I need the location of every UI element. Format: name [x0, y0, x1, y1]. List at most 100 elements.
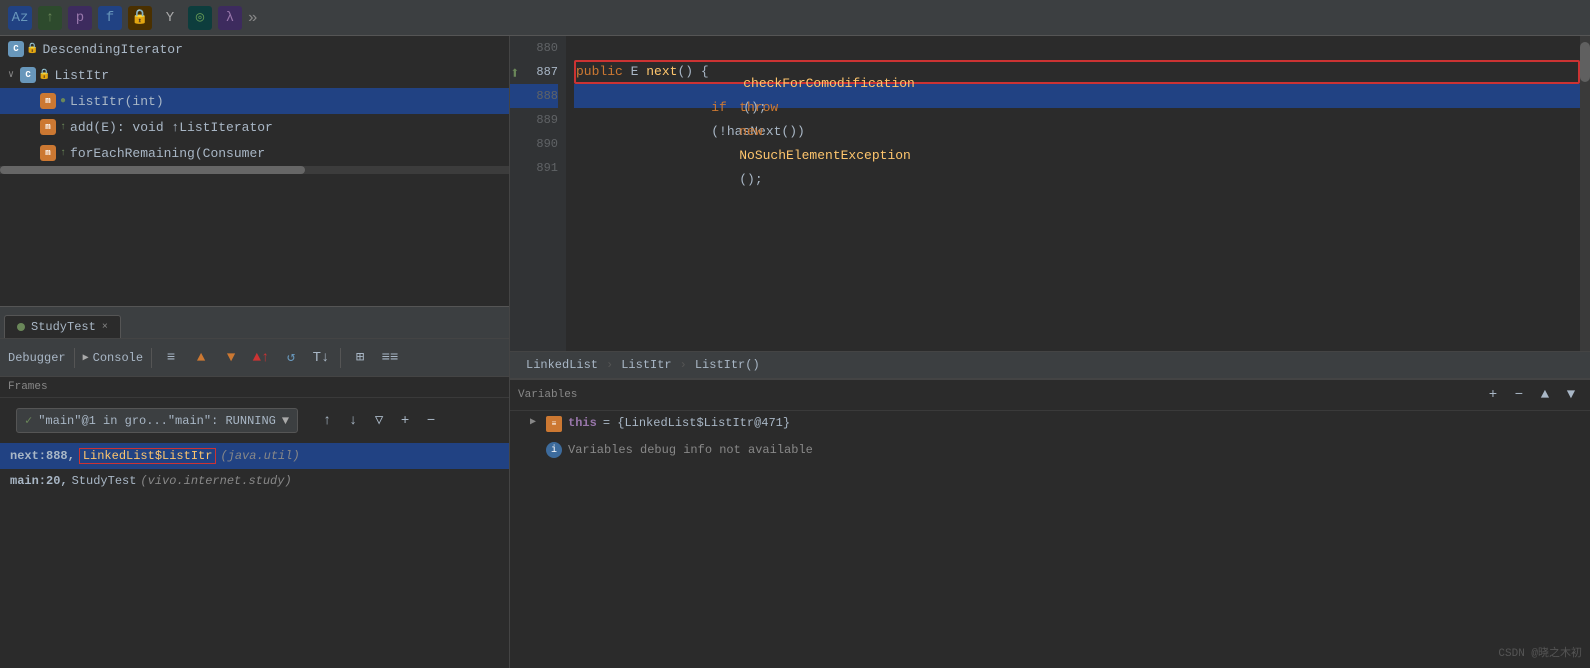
tree-item-descendingiterator[interactable]: C 🔒 DescendingIterator [0, 36, 509, 62]
code-area: 880 ⬆ 887 888 889 890 891 pub [510, 36, 1590, 351]
debug-tab-label: StudyTest [31, 320, 96, 334]
breadcrumb-listitr[interactable]: ListItr [621, 358, 671, 372]
kw-throw: throw [739, 100, 786, 115]
main-area: C 🔒 DescendingIterator ∨ C 🔒 ListItr m ●… [0, 36, 1590, 668]
toolbar-icon-p[interactable]: p [68, 6, 92, 30]
debug-toolbar-row: Debugger ▶ Console ≡ ▲ ▼ ▲↑ ↺ T↓ ⊞ ≡≡ [0, 339, 509, 377]
toolbar-icon-step-into[interactable]: ▼ [220, 347, 242, 369]
frame-class-linkedlist: LinkedList$ListItr [79, 448, 217, 464]
toolbar-icon-lambda[interactable]: λ [218, 6, 242, 30]
watermark: CSDN @晓之木初 [1498, 644, 1582, 660]
top-toolbar: Az ↑ p f 🔒 Y ◎ λ » [0, 0, 1590, 36]
left-panel: C 🔒 DescendingIterator ∨ C 🔒 ListItr m ●… [0, 36, 510, 668]
tree-section: C 🔒 DescendingIterator ∨ C 🔒 ListItr m ●… [0, 36, 509, 306]
tree-item-listltrint[interactable]: m ● ListItr(int) [0, 88, 509, 114]
chevron-icon: ∨ [8, 69, 14, 81]
frame-italic-javautil: (java.util) [220, 449, 299, 463]
toolbar-icon-t[interactable]: T↓ [310, 347, 332, 369]
debug-tab-studytest[interactable]: StudyTest × [4, 315, 121, 338]
tree-item-foreachremaining[interactable]: m ↑ forEachRemaining(Consumer [0, 140, 509, 166]
bottom-area: Variables + − ▲ ▼ ▶ ≡ this = {LinkedList… [510, 378, 1590, 668]
toolbar-sep3 [340, 348, 341, 368]
toolbar-sep2 [151, 348, 152, 368]
toolbar-icon-lines[interactable]: ≡ [160, 347, 182, 369]
line-num-887: ⬆ 887 [510, 60, 558, 84]
frames-header: Frames [0, 377, 509, 398]
kw-new: new [739, 124, 770, 139]
toolbar-icon-run-to-cursor[interactable]: ↺ [280, 347, 302, 369]
paren-exc: (); [739, 172, 762, 187]
breadcrumb-sep2: › [680, 358, 687, 372]
frame-nav-minus[interactable]: − [420, 410, 442, 432]
variables-section: Variables + − ▲ ▼ ▶ ≡ this = {LinkedList… [510, 380, 1590, 668]
frame-item-main[interactable]: main:20, StudyTest (vivo.internet.study) [0, 469, 509, 493]
toolbar-icon-list[interactable]: ≡≡ [379, 347, 401, 369]
frame-nav-up[interactable]: ↑ [316, 410, 338, 432]
tree-item-listitr[interactable]: ∨ C 🔒 ListItr [0, 62, 509, 88]
toolbar-icon-f[interactable]: f [98, 6, 122, 30]
method-icon-listltrint: m [40, 93, 56, 109]
tab-close-button[interactable]: × [102, 322, 108, 333]
vars-toolbar-up[interactable]: ▲ [1534, 384, 1556, 406]
toolbar-icon-step-over[interactable]: ▲ [190, 347, 212, 369]
frames-controls: ✓ "main"@1 in gro..."main": RUNNING ▼ ↑ … [0, 398, 509, 443]
breadcrumb-linkedlist[interactable]: LinkedList [526, 358, 598, 372]
tree-hscrollbar-thumb [0, 166, 305, 174]
frame-dropdown-label: "main"@1 in gro..."main": RUNNING [38, 414, 276, 428]
line-numbers: 880 ⬆ 887 888 889 890 891 [510, 36, 566, 351]
code-content[interactable]: public E next () { checkForComodificatio… [566, 36, 1580, 351]
var-eq-icon: ≡ [546, 416, 562, 432]
frame-item-next[interactable]: next:888, LinkedList$ListItr (java.util) [0, 443, 509, 469]
line-num-890: 890 [510, 132, 558, 156]
console-label-text: Console [93, 351, 143, 365]
debug-panel: StudyTest × Debugger ▶ Console ≡ ▲ ▼ ▲↑ … [0, 306, 509, 668]
console-tab[interactable]: ▶ Console [83, 351, 143, 365]
toolbar-icon-y[interactable]: Y [158, 6, 182, 30]
code-line-890: throw new NoSuchElementException (); [574, 132, 1580, 156]
toolbar-icon-grid[interactable]: ⊞ [349, 347, 371, 369]
variables-header: Variables + − ▲ ▼ [510, 380, 1590, 411]
running-dot [17, 323, 25, 331]
toolbar-icon-circle[interactable]: ◎ [188, 6, 212, 30]
frame-nav-filter[interactable]: ▽ [368, 410, 390, 432]
lock-badge-listitr: 🔒 [38, 69, 50, 81]
console-arrow-icon: ▶ [83, 352, 89, 364]
throw-stmt: throw new NoSuchElementException (); [574, 72, 911, 216]
method-icon-foreach: m [40, 145, 56, 161]
breadcrumb-listitrmethod[interactable]: ListItr() [695, 358, 760, 372]
tree-hscrollbar[interactable] [0, 166, 509, 174]
var-item-this[interactable]: ▶ ≡ this = {LinkedList$ListItr@471} [510, 411, 1590, 437]
method-icon-add: m [40, 119, 56, 135]
toolbar-icon-step-out[interactable]: ▲↑ [250, 347, 272, 369]
code-scrollbar[interactable] [1580, 36, 1590, 351]
breakpoint-arrow-icon: ⬆ [510, 62, 520, 86]
class-icon-listitr: C [20, 67, 36, 83]
debug-tabs: StudyTest × [0, 307, 509, 339]
tree-label-add: add(E): void ↑ListIterator [70, 120, 273, 135]
variables-toolbar: + − ▲ ▼ [1482, 384, 1582, 406]
tree-label-listitr: ListItr [54, 68, 109, 83]
var-expand-icon[interactable]: ▶ [530, 416, 536, 428]
toolbar-icon-up[interactable]: ↑ [38, 6, 62, 30]
frame-dropdown[interactable]: ✓ "main"@1 in gro..."main": RUNNING ▼ [16, 408, 298, 433]
toolbar-icon-az[interactable]: Az [8, 6, 32, 30]
toolbar-icon-lock[interactable]: 🔒 [128, 6, 152, 30]
toolbar-more-button[interactable]: » [248, 9, 258, 27]
var-info-row: i Variables debug info not available [510, 437, 1590, 463]
frame-nav-add[interactable]: + [394, 410, 416, 432]
frames-nav-toolbar: ↑ ↓ ▽ + − [312, 408, 446, 434]
debugger-label[interactable]: Debugger [8, 351, 66, 365]
vars-toolbar-minus[interactable]: − [1508, 384, 1530, 406]
tree-item-add[interactable]: m ↑ add(E): void ↑ListIterator [0, 114, 509, 140]
code-scrollbar-thumb [1580, 42, 1590, 82]
vars-toolbar-add[interactable]: + [1482, 384, 1504, 406]
frame-nav-down[interactable]: ↓ [342, 410, 364, 432]
var-info-text: Variables debug info not available [568, 443, 813, 457]
frame-loc-main: main:20, [10, 474, 68, 488]
line-num-880: 880 [510, 36, 558, 60]
toolbar-sep [74, 348, 75, 368]
line-num-891: 891 [510, 156, 558, 180]
vars-toolbar-down[interactable]: ▼ [1560, 384, 1582, 406]
lock-badge: 🔒 [26, 43, 38, 55]
method-badge-arrow2: ↑ [60, 148, 66, 159]
